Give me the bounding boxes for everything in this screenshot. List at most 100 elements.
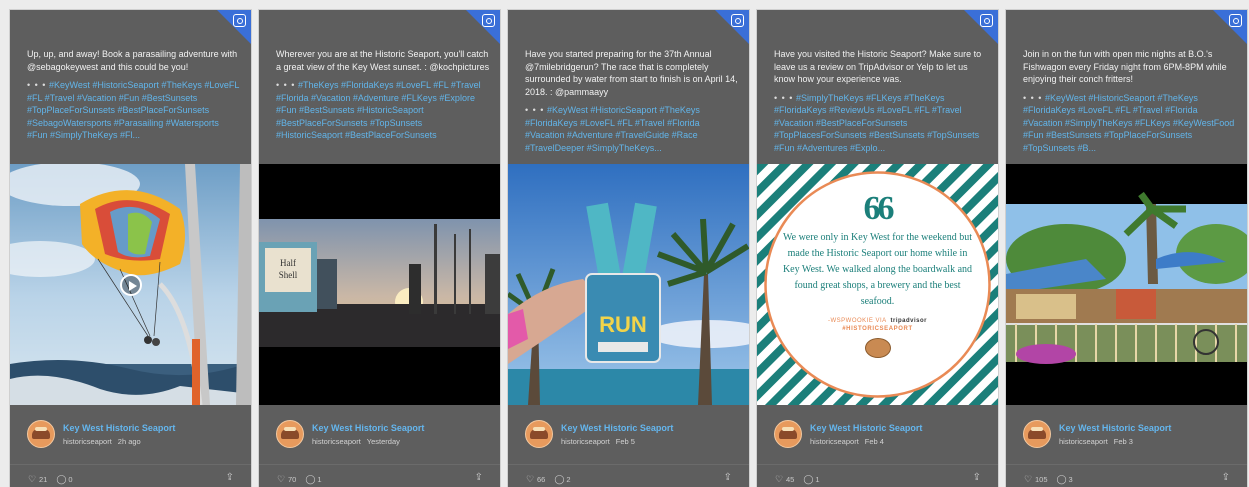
author-handle: historicseaport [63, 436, 112, 446]
avatar[interactable] [27, 420, 55, 448]
post-time: Yesterday [366, 436, 400, 446]
post-author[interactable]: Key West Historic Seaport historicseapor… [774, 420, 922, 448]
like-count: 66 [537, 474, 546, 484]
caption-text: Up, up, and away! Book a parasailing adv… [27, 49, 238, 72]
post-caption: Have you started preparing for the 37th … [525, 48, 739, 154]
comment-icon[interactable]: ◯ [56, 474, 66, 485]
hashtags[interactable]: • • • #KeyWest #HistoricSeaport #TheKeys… [525, 104, 739, 154]
comment-icon[interactable]: ◯ [554, 474, 564, 485]
quote-mark-icon: 66 [863, 190, 895, 227]
post-actions: ♡ 45 ◯ 1 ⇪ [774, 472, 981, 486]
instagram-icon[interactable] [233, 14, 246, 27]
play-icon[interactable] [120, 274, 142, 296]
author-meta: historicseaport Yesterday [312, 437, 424, 446]
hashtag-text[interactable]: #KeyWest #HistoricSeaport #TheKeys #Flor… [1023, 93, 1234, 153]
share-icon[interactable]: ⇪ [724, 472, 732, 483]
post-card[interactable]: Join in on the fun with open mic nights … [1006, 10, 1247, 487]
instagram-icon[interactable] [731, 14, 744, 27]
divider [508, 464, 749, 465]
comment-count: 0 [68, 474, 73, 484]
post-media-image[interactable]: 66 We were only in Key West for the week… [757, 164, 998, 405]
avatar[interactable] [774, 420, 802, 448]
post-time: Feb 5 [615, 436, 635, 446]
quote-text: We were only in Key West for the weekend… [782, 232, 973, 307]
author-name[interactable]: Key West Historic Seaport [1059, 423, 1171, 433]
post-author[interactable]: Key West Historic Seaport historicseapor… [1023, 420, 1171, 448]
share-icon[interactable]: ⇪ [1222, 472, 1230, 483]
like-count: 45 [786, 474, 795, 484]
hashtags[interactable]: • • • #SimplyTheKeys #FLKeys #TheKeys #F… [774, 92, 988, 154]
avatar[interactable] [276, 420, 304, 448]
caption-text: Wherever you are at the Historic Seaport… [276, 49, 490, 72]
comment-icon[interactable]: ◯ [803, 474, 813, 485]
fishwagon-image [1006, 164, 1247, 405]
heart-icon[interactable]: ♡ [27, 474, 37, 485]
post-media-video[interactable] [10, 164, 251, 405]
post-actions: ♡ 105 ◯ 3 ⇪ [1023, 472, 1230, 486]
post-caption: Join in on the fun with open mic nights … [1023, 48, 1237, 154]
like-count: 105 [1035, 474, 1048, 484]
comment-icon[interactable]: ◯ [1057, 474, 1067, 485]
hashtags[interactable]: • • • #TheKeys #FloridaKeys #LoveFL #FL … [276, 79, 490, 141]
hashtag-text[interactable]: #KeyWest #HistoricSeaport #TheKeys #Love… [27, 80, 239, 140]
share-icon[interactable]: ⇪ [226, 472, 234, 483]
heart-icon[interactable]: ♡ [774, 474, 784, 485]
author-name[interactable]: Key West Historic Seaport [561, 423, 673, 433]
instagram-icon[interactable] [1229, 14, 1242, 27]
heart-icon[interactable]: ♡ [525, 474, 535, 485]
author-name[interactable]: Key West Historic Seaport [312, 423, 424, 433]
instagram-icon[interactable] [980, 14, 993, 27]
post-author[interactable]: Key West Historic Seaport historicseapor… [27, 420, 175, 448]
social-wall: Up, up, and away! Book a parasailing adv… [10, 10, 1247, 487]
author-handle: historicseaport [312, 436, 361, 446]
more-dots: • • • [525, 105, 545, 115]
like-count: 21 [39, 474, 48, 484]
more-dots: • • • [276, 80, 296, 90]
svg-text:RUN: RUN [599, 312, 647, 337]
post-media-image[interactable]: Half Shell [259, 164, 500, 405]
author-name[interactable]: Key West Historic Seaport [63, 423, 175, 433]
hashtag-text[interactable]: #TheKeys #FloridaKeys #LoveFL #FL #Trave… [276, 80, 481, 141]
share-icon[interactable]: ⇪ [973, 472, 981, 483]
heart-icon[interactable]: ♡ [276, 474, 286, 485]
more-dots: • • • [27, 80, 47, 90]
post-caption: Wherever you are at the Historic Seaport… [276, 48, 490, 141]
post-card[interactable]: Up, up, and away! Book a parasailing adv… [10, 10, 251, 487]
post-media-image[interactable] [1006, 164, 1247, 405]
post-card[interactable]: Have you started preparing for the 37th … [508, 10, 749, 487]
hashtags[interactable]: • • • #KeyWest #HistoricSeaport #TheKeys… [1023, 92, 1237, 154]
post-time: Feb 4 [864, 436, 884, 446]
author-handle: historicseaport [810, 436, 859, 446]
avatar[interactable] [525, 420, 553, 448]
sunset-image: Half Shell [259, 164, 500, 405]
instagram-icon[interactable] [482, 14, 495, 27]
hashtag-text[interactable]: #SimplyTheKeys #FLKeys #TheKeys #Florida… [774, 93, 979, 153]
comment-count: 1 [815, 474, 820, 484]
author-meta: historicseaport Feb 5 [561, 437, 673, 446]
more-dots: • • • [774, 92, 794, 103]
like-count: 70 [288, 474, 297, 484]
post-media-image[interactable]: RUN [508, 164, 749, 405]
comment-count: 2 [566, 474, 571, 484]
share-icon[interactable]: ⇪ [475, 472, 483, 483]
divider [259, 464, 500, 465]
medal-image: RUN [508, 164, 749, 405]
post-author[interactable]: Key West Historic Seaport historicseapor… [276, 420, 424, 448]
post-author[interactable]: Key West Historic Seaport historicseapor… [525, 420, 673, 448]
post-caption: Up, up, and away! Book a parasailing adv… [27, 48, 241, 141]
author-name[interactable]: Key West Historic Seaport [810, 423, 922, 433]
svg-text:Shell: Shell [279, 270, 298, 280]
quote-hashtag: #HISTORICSEAPORT [842, 326, 913, 332]
quote-attribution: -WSPWOOKIE VIA [827, 318, 887, 324]
heart-icon[interactable]: ♡ [1023, 474, 1033, 485]
post-card[interactable]: Have you visited the Historic Seaport? M… [757, 10, 998, 487]
avatar[interactable] [1023, 420, 1051, 448]
post-card[interactable]: Wherever you are at the Historic Seaport… [259, 10, 500, 487]
hashtags[interactable]: • • • #KeyWest #HistoricSeaport #TheKeys… [27, 79, 241, 141]
comment-icon[interactable]: ◯ [305, 474, 315, 485]
comment-count: 1 [317, 474, 322, 484]
hashtag-text[interactable]: #KeyWest #HistoricSeaport #TheKeys #Flor… [525, 105, 700, 153]
comment-count: 3 [1068, 474, 1073, 484]
author-meta: historicseaport Feb 4 [810, 437, 922, 446]
author-meta: historicseaport Feb 3 [1059, 437, 1171, 446]
